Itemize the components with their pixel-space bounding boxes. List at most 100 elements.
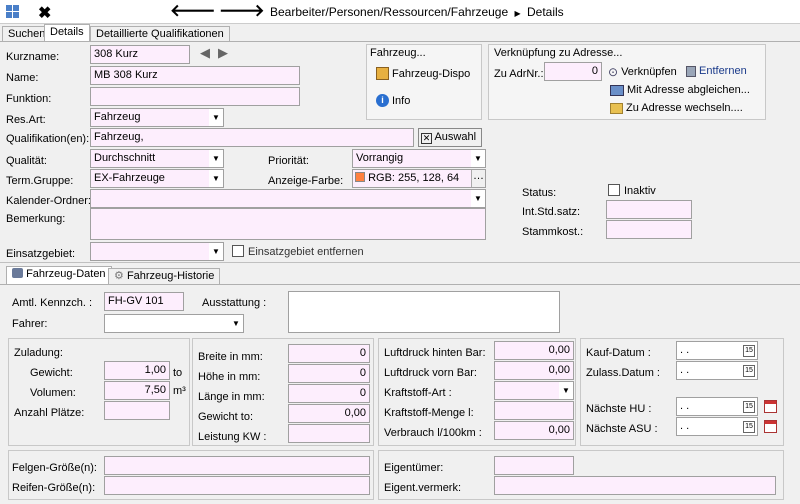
prev-record-icon[interactable]: ◀	[200, 45, 210, 61]
plaetze-field[interactable]	[104, 401, 170, 420]
status-label: Status:	[522, 187, 557, 199]
info-link[interactable]: i Info	[376, 94, 410, 107]
grid-icon[interactable]	[6, 5, 19, 18]
asu-value: . .	[680, 420, 690, 432]
resart-select[interactable]: Fahrzeug	[90, 108, 224, 127]
verbrauch-field[interactable]: 0,00	[494, 421, 574, 440]
termgruppe-label: Term.Gruppe:	[6, 175, 74, 187]
kraftmenge-field[interactable]	[494, 401, 574, 420]
lufth-field[interactable]: 0,00	[494, 341, 574, 360]
kauf-date[interactable]: . . 15	[676, 341, 758, 360]
qualifikation-field[interactable]: Fahrzeug,	[90, 128, 414, 147]
close-icon[interactable]: ✖	[38, 3, 51, 23]
kennz-field[interactable]: FH-GV 101	[104, 292, 184, 311]
gewichtto-label: Gewicht to:	[198, 411, 254, 423]
schedule-calendar-icon[interactable]	[764, 400, 777, 413]
calendar-icon[interactable]: 15	[743, 421, 755, 433]
back-arrow-icon[interactable]: 🡐	[170, 1, 216, 21]
leistung-label: Leistung KW :	[198, 431, 267, 443]
fahrer-select[interactable]	[104, 314, 244, 333]
prioritaet-select[interactable]: Vorrangig	[352, 149, 486, 168]
adrnr-field[interactable]: 0	[544, 62, 602, 81]
ausstattung-label: Ausstattung :	[202, 297, 267, 309]
resart-value: Fahrzeug	[94, 111, 141, 123]
color-swatch	[355, 172, 365, 182]
einsatzgebiet-entfernen-checkbox[interactable]	[232, 245, 244, 257]
bemerkung-field[interactable]	[90, 208, 486, 240]
hu-label: Nächste HU :	[586, 403, 652, 415]
hoehe-field[interactable]: 0	[288, 364, 370, 383]
anzeigefarbe-field[interactable]: RGB: 255, 128, 64 …	[352, 169, 486, 188]
stammkost-field[interactable]	[606, 220, 692, 239]
laenge-field[interactable]: 0	[288, 384, 370, 403]
breite-field[interactable]: 0	[288, 344, 370, 363]
hu-date[interactable]: . . 15	[676, 397, 758, 416]
entfernen-link[interactable]: Entfernen	[686, 65, 747, 77]
chevron-down-icon[interactable]	[209, 109, 223, 126]
qualitaet-select[interactable]: Durchschnitt	[90, 149, 224, 168]
abgleichen-label: Mit Adresse abgleichen...	[627, 84, 750, 96]
volumen-unit: m³	[173, 385, 186, 397]
verknuepfen-link[interactable]: ⊙ Verknüpfen	[608, 65, 677, 79]
einsatzgebiet-select[interactable]	[90, 242, 224, 261]
kalender-label: Kalender-Ordner:	[6, 195, 91, 207]
eigentuemer-field[interactable]	[494, 456, 574, 475]
tab-details[interactable]: Details	[44, 24, 90, 42]
chevron-down-icon[interactable]	[209, 150, 223, 167]
plaetze-label: Anzahl Plätze:	[14, 407, 85, 419]
chevron-down-icon[interactable]	[209, 243, 223, 260]
chevron-down-icon[interactable]	[559, 382, 573, 399]
zulass-date[interactable]: . . 15	[676, 361, 758, 380]
gewichtto-field[interactable]: 0,00	[288, 404, 370, 423]
next-record-icon[interactable]: ▶	[218, 45, 228, 61]
chevron-down-icon[interactable]	[471, 190, 485, 207]
tab-detaillierte-qualifikationen[interactable]: Detaillierte Qualifikationen	[90, 26, 230, 42]
calendar-icon[interactable]: 15	[743, 401, 755, 413]
kalender-select[interactable]	[90, 189, 486, 208]
gewicht-field[interactable]: 1,00	[104, 361, 170, 380]
subtab-content-border	[0, 284, 800, 285]
prioritaet-value: Vorrangig	[356, 152, 404, 164]
bemerkung-label: Bemerkung:	[6, 213, 66, 225]
leistung-field[interactable]	[288, 424, 370, 443]
tab-fahrzeug-historie[interactable]: ⚙ Fahrzeug-Historie	[108, 268, 221, 284]
felgen-field[interactable]	[104, 456, 370, 475]
chevron-down-icon[interactable]	[229, 315, 243, 332]
inaktiv-label: Inaktiv	[624, 185, 656, 197]
zulass-label: Zulass.Datum :	[586, 367, 660, 379]
anzeigefarbe-label: Anzeige-Farbe:	[268, 175, 344, 187]
wechseln-link[interactable]: Zu Adresse wechseln....	[610, 102, 743, 114]
schedule-calendar-icon[interactable]	[764, 420, 777, 433]
volumen-field[interactable]: 7,50	[104, 381, 170, 400]
calendar-icon[interactable]: 15	[743, 365, 755, 377]
forward-arrow-icon[interactable]: 🡒	[219, 1, 265, 21]
auswahl-button[interactable]: ✕ Auswahl	[418, 128, 482, 147]
luftv-field[interactable]: 0,00	[494, 361, 574, 380]
eigentvermerk-label: Eigent.vermerk:	[384, 482, 462, 494]
more-icon[interactable]: …	[471, 170, 485, 187]
intstdsatz-field[interactable]	[606, 200, 692, 219]
kennz-label: Amtl. Kennzch. :	[12, 297, 93, 309]
inaktiv-checkbox[interactable]	[608, 184, 620, 196]
fahrzeug-dispo-link[interactable]: Fahrzeug-Dispo	[376, 67, 470, 80]
ausstattung-field[interactable]	[288, 291, 560, 333]
info-icon: i	[376, 94, 389, 107]
volumen-label: Volumen:	[30, 387, 76, 399]
intstdsatz-label: Int.Std.satz:	[522, 206, 581, 218]
qualifikation-label: Qualifikation(en):	[6, 133, 90, 145]
chevron-down-icon[interactable]	[209, 170, 223, 187]
verknuepfung-group-title: Verknüpfung zu Adresse...	[494, 47, 623, 59]
asu-date[interactable]: . . 15	[676, 417, 758, 436]
tab-fahrzeug-daten[interactable]: Fahrzeug-Daten	[6, 266, 112, 284]
chevron-down-icon[interactable]	[471, 150, 485, 167]
reifen-field[interactable]	[104, 476, 370, 495]
abgleichen-link[interactable]: Mit Adresse abgleichen...	[610, 84, 750, 96]
trash-icon	[686, 65, 696, 77]
termgruppe-select[interactable]: EX-Fahrzeuge	[90, 169, 224, 188]
kraftstoff-select[interactable]	[494, 381, 574, 400]
name-field[interactable]: MB 308 Kurz	[90, 66, 300, 85]
eigentvermerk-field[interactable]	[494, 476, 776, 495]
calendar-icon[interactable]: 15	[743, 345, 755, 357]
kurzname-field[interactable]: 308 Kurz	[90, 45, 190, 64]
funktion-field[interactable]	[90, 87, 300, 106]
